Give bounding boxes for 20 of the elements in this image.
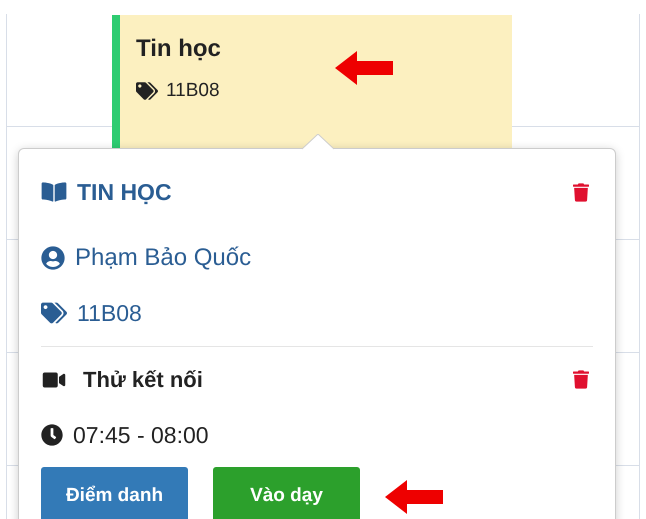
action-button[interactable]: Điểm danh xyxy=(41,466,188,519)
user-icon xyxy=(41,246,65,270)
teacher-name: Phạm Bảo Quốc xyxy=(75,242,252,272)
arrow-icon xyxy=(335,51,393,85)
event-title: Tin học xyxy=(136,34,222,64)
clock-icon xyxy=(41,424,63,446)
book-icon xyxy=(41,181,67,204)
delete-icon[interactable] xyxy=(573,182,589,202)
delete-icon[interactable] xyxy=(573,370,589,389)
tag-icon xyxy=(41,302,67,324)
subject-title: TIN HỌC xyxy=(77,178,172,207)
room-label: 11B08 xyxy=(166,79,220,103)
tag-icon xyxy=(136,81,158,102)
action-button[interactable]: Vào dạy xyxy=(213,466,360,519)
session-title: Thử kết nối xyxy=(83,366,203,394)
video-icon xyxy=(41,370,67,390)
room-label: 11B08 xyxy=(77,298,142,328)
arrow-icon xyxy=(385,480,443,514)
session-time: 07:45 - 08:00 xyxy=(73,421,209,450)
event-card[interactable]: Tin học 11B08 xyxy=(112,15,512,148)
